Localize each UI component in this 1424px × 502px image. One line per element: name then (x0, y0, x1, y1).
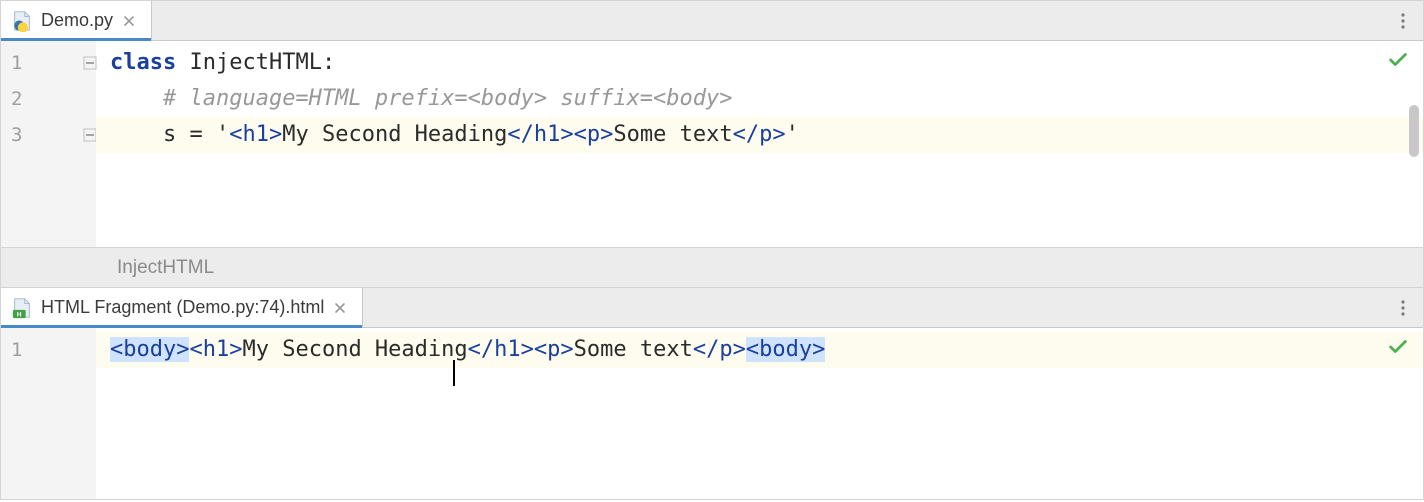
code-line[interactable]: # language=HTML prefix=<body> suffix=<bo… (96, 81, 1423, 117)
bottom-editor[interactable]: 1 <body><h1>My Second Heading</h1><p>Som… (1, 328, 1423, 499)
html-file-icon: H (11, 297, 33, 319)
close-icon[interactable] (332, 300, 348, 316)
inspection-ok-icon[interactable] (1387, 49, 1409, 76)
tab-demo-py[interactable]: Demo.py (1, 1, 152, 40)
top-editor[interactable]: 1 2 3 class InjectHTML: # language=HTML … (1, 41, 1423, 247)
fold-marker-icon[interactable] (83, 128, 97, 142)
tab-label: Demo.py (41, 10, 113, 31)
bottom-code-area[interactable]: <body><h1>My Second Heading</h1><p>Some … (96, 328, 1423, 499)
line-number[interactable]: 1 (1, 45, 96, 81)
code-line[interactable]: s = '<h1>My Second Heading</h1><p>Some t… (96, 117, 1423, 153)
fold-marker-icon[interactable] (83, 56, 97, 70)
breadcrumb[interactable]: InjectHTML (1, 247, 1423, 287)
top-code-area[interactable]: class InjectHTML: # language=HTML prefix… (96, 41, 1423, 247)
top-gutter: 1 2 3 (1, 41, 96, 247)
bottom-tabbar: H HTML Fragment (Demo.py:74).html (1, 288, 1423, 328)
line-number[interactable]: 1 (1, 332, 96, 368)
bottom-editor-pane: H HTML Fragment (Demo.py:74).html 1 <bod… (0, 288, 1424, 500)
bottom-gutter: 1 (1, 328, 96, 499)
code-line[interactable]: <body><h1>My Second Heading</h1><p>Some … (96, 332, 1423, 368)
breadcrumb-item[interactable]: InjectHTML (117, 257, 214, 279)
tab-options-icon[interactable] (1383, 288, 1423, 327)
code-line[interactable]: class InjectHTML: (96, 45, 1423, 81)
line-number[interactable]: 2 (1, 81, 96, 117)
line-number[interactable]: 3 (1, 117, 96, 153)
scrollbar-thumb[interactable] (1409, 105, 1419, 157)
top-tabbar: Demo.py (1, 1, 1423, 41)
tab-label: HTML Fragment (Demo.py:74).html (41, 297, 324, 318)
tab-options-icon[interactable] (1383, 1, 1423, 40)
svg-text:H: H (17, 311, 22, 318)
tab-html-fragment[interactable]: H HTML Fragment (Demo.py:74).html (1, 288, 363, 327)
python-file-icon (11, 10, 33, 32)
inspection-ok-icon[interactable] (1387, 336, 1409, 363)
top-editor-pane: Demo.py 1 2 3 class InjectHTML: (0, 0, 1424, 288)
close-icon[interactable] (121, 13, 137, 29)
